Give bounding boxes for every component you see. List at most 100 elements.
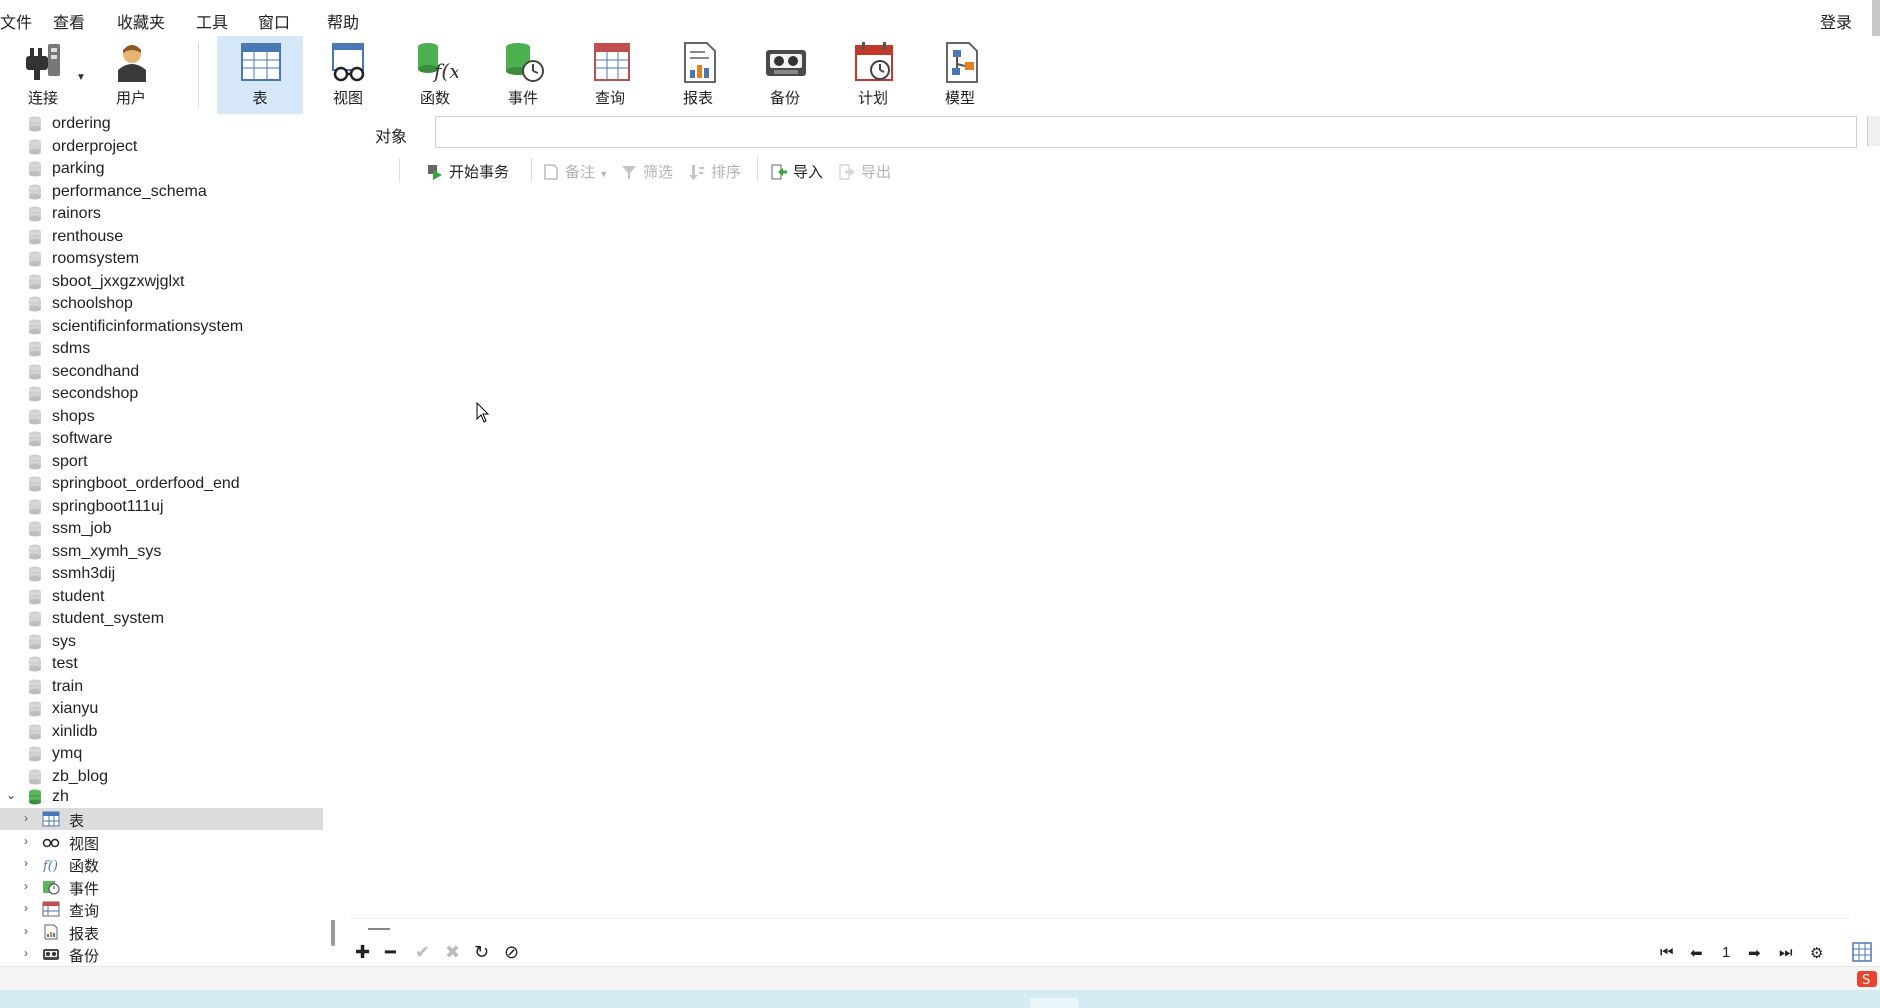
model-button[interactable]: 模型: [917, 36, 1003, 114]
objects-tab[interactable]: 对象: [375, 123, 407, 147]
last-page-icon[interactable]: ⏭: [1779, 944, 1793, 961]
apply-check-icon[interactable]: ✔: [415, 942, 430, 963]
tree-db-item[interactable]: secondshop: [0, 383, 323, 405]
filter-button[interactable]: 筛选: [621, 161, 673, 182]
next-page-icon[interactable]: ➡: [1748, 944, 1761, 962]
expand-chevron-icon[interactable]: ›: [24, 811, 28, 825]
table-button[interactable]: 表: [217, 36, 303, 114]
event-button[interactable]: 事件: [480, 36, 566, 114]
expand-chevron-icon[interactable]: ›: [24, 901, 28, 915]
tree-db-item[interactable]: student_system: [0, 608, 323, 630]
tree-db-item[interactable]: train: [0, 676, 323, 698]
tree-db-item[interactable]: ssm_job: [0, 518, 323, 540]
collapse-chevron-icon[interactable]: ⌄: [6, 788, 16, 802]
export-button[interactable]: 导出: [839, 161, 891, 182]
discard-x-icon[interactable]: ✖: [445, 942, 460, 963]
tree-db-item[interactable]: sboot_jxxgzxwjglxt: [0, 271, 323, 293]
stop-icon[interactable]: ⊘: [504, 942, 519, 963]
database-icon: [29, 274, 41, 289]
import-button[interactable]: 导入: [771, 161, 823, 182]
tree-db-item[interactable]: secondhand: [0, 361, 323, 383]
tree-db-item[interactable]: springboot_orderfood_end: [0, 473, 323, 495]
refresh-icon[interactable]: ↻: [474, 942, 489, 963]
tree-object-node[interactable]: › 事件: [0, 876, 323, 898]
tree-object-node[interactable]: › 报表: [0, 921, 323, 943]
query-button[interactable]: 查询: [567, 36, 653, 114]
tree-object-node[interactable]: › 查询: [0, 898, 323, 920]
login-link[interactable]: 登录: [1820, 9, 1852, 33]
ime-tray-icon[interactable]: S: [1856, 968, 1878, 990]
report-icon: [44, 924, 58, 939]
expand-chevron-icon[interactable]: ›: [24, 924, 28, 938]
page-number[interactable]: 1: [1722, 944, 1730, 961]
connect-button[interactable]: ▼ 连接: [0, 36, 86, 114]
tree-db-item[interactable]: test: [0, 653, 323, 675]
tree-db-item[interactable]: schoolshop: [0, 293, 323, 315]
tree-db-label: shops: [52, 407, 95, 425]
first-page-icon[interactable]: ⏮: [1660, 944, 1674, 961]
tree-object-node[interactable]: › 备份: [0, 943, 323, 965]
tree-db-item[interactable]: roomsystem: [0, 248, 323, 270]
menu-help[interactable]: 帮助: [327, 9, 359, 33]
tree-db-item[interactable]: shops: [0, 406, 323, 428]
memo-button[interactable]: 备注 ▼: [543, 161, 608, 182]
side-panel-toggle[interactable]: [1867, 116, 1880, 146]
tree-db-zh[interactable]: ⌄ zh: [0, 786, 323, 808]
schedule-button[interactable]: 计划: [830, 36, 916, 114]
tree-db-item[interactable]: rainors: [0, 203, 323, 225]
menu-view[interactable]: 查看: [53, 9, 85, 33]
settings-gear-icon[interactable]: ⚙: [1810, 944, 1823, 962]
backup-button[interactable]: 备份: [742, 36, 828, 114]
user-button[interactable]: 用户: [88, 36, 174, 114]
object-filter-area[interactable]: [435, 116, 1857, 148]
action-separator: [531, 158, 532, 182]
tree-object-node[interactable]: › 表: [0, 808, 323, 830]
tree-db-item[interactable]: orderproject: [0, 136, 323, 158]
connect-dropdown-icon[interactable]: ▼: [76, 72, 86, 83]
tree-db-item[interactable]: sys: [0, 631, 323, 653]
tree-object-label: 备份: [69, 948, 100, 965]
resize-handle[interactable]: [368, 928, 390, 930]
view-button[interactable]: 视图: [305, 36, 391, 114]
tree-db-item[interactable]: ssmh3dij: [0, 563, 323, 585]
expand-chevron-icon[interactable]: ›: [24, 879, 28, 893]
menu-favorites[interactable]: 收藏夹: [117, 9, 165, 33]
tree-db-item[interactable]: software: [0, 428, 323, 450]
tree-object-node[interactable]: › f() 函数: [0, 853, 323, 875]
remove-record-icon[interactable]: ━: [385, 942, 396, 963]
taskbar-app-tab[interactable]: [1030, 998, 1078, 1008]
sort-button[interactable]: 排序: [689, 161, 741, 182]
database-icon: [29, 589, 41, 604]
add-record-icon[interactable]: ✚: [355, 942, 370, 963]
tree-db-item[interactable]: performance_schema: [0, 181, 323, 203]
tree-db-item[interactable]: parking: [0, 158, 323, 180]
tree-db-item[interactable]: renthouse: [0, 226, 323, 248]
prev-page-icon[interactable]: ⬅: [1690, 944, 1703, 962]
menu-window[interactable]: 窗口: [258, 9, 290, 33]
tree-db-item[interactable]: student: [0, 586, 323, 608]
tree-db-item[interactable]: ordering: [0, 114, 323, 135]
begin-transaction-button[interactable]: 开始事务: [427, 161, 509, 182]
memo-dropdown-icon[interactable]: ▼: [599, 169, 608, 179]
tree-db-item[interactable]: springboot111uj: [0, 496, 323, 518]
menu-tools[interactable]: 工具: [196, 9, 228, 33]
expand-chevron-icon[interactable]: ›: [24, 946, 28, 960]
tree-db-item[interactable]: ymq: [0, 743, 323, 765]
tree-db-item[interactable]: scientificinformationsystem: [0, 316, 323, 338]
menu-file[interactable]: 文件: [0, 9, 32, 33]
tree-db-item[interactable]: zb_blog: [0, 766, 323, 788]
object-action-bar: 开始事务 备注 ▼ 筛选 排序 导入 导出: [323, 152, 1880, 188]
tree-object-node[interactable]: › 视图: [0, 831, 323, 853]
grid-view-icon[interactable]: [1852, 942, 1872, 962]
object-list-area[interactable]: [323, 190, 1880, 920]
tree-db-item[interactable]: sdms: [0, 338, 323, 360]
tree-db-item[interactable]: xianyu: [0, 698, 323, 720]
tree-db-item[interactable]: xinlidb: [0, 721, 323, 743]
function-button[interactable]: f(x) 函数: [392, 36, 478, 114]
database-icon: [29, 251, 41, 267]
expand-chevron-icon[interactable]: ›: [24, 856, 28, 870]
tree-db-item[interactable]: ssm_xymh_sys: [0, 541, 323, 563]
report-button[interactable]: 报表: [655, 36, 741, 114]
tree-db-item[interactable]: sport: [0, 451, 323, 473]
expand-chevron-icon[interactable]: ›: [24, 834, 28, 848]
